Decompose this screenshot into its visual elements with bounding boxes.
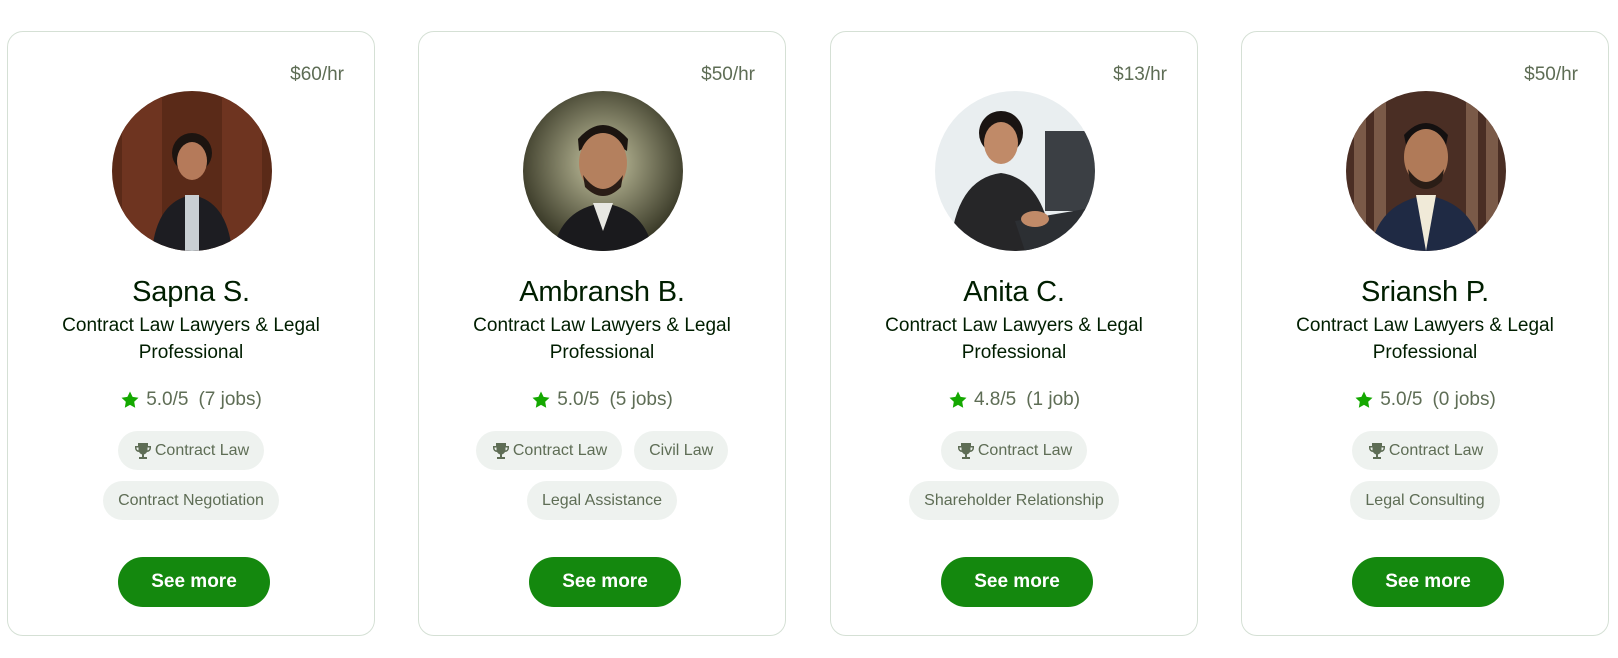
see-more-button[interactable]: See more [1352,557,1504,607]
avatar[interactable] [1346,91,1506,251]
avatar[interactable] [523,91,683,251]
see-more-button[interactable]: See more [529,557,681,607]
jobs-count: (5 jobs) [609,389,673,410]
skills-row: Contract Law Civil Law [419,431,785,470]
skill-label: Contract Law [154,441,250,459]
rating: 5.0/5 (0 jobs) [1242,389,1608,411]
star-icon [121,391,139,408]
skill-chip-top[interactable]: Contract Law [1351,431,1499,470]
hourly-rate: $50/hr [1524,64,1578,85]
jobs-count: (0 jobs) [1432,389,1496,410]
freelancer-name[interactable]: Sriansh P. [1242,276,1608,309]
rating: 5.0/5 (7 jobs) [8,389,374,411]
skill-chip-top[interactable]: Contract Law [475,431,623,470]
avatar[interactable] [112,91,272,251]
rating: 5.0/5 (5 jobs) [419,389,785,411]
skills-row: Contract Law [1242,431,1608,470]
trophy-icon [492,442,509,459]
freelancer-name[interactable]: Sapna S. [8,276,374,309]
rating-value: 5.0/5 [146,389,189,410]
freelancer-title: Contract Law Lawyers & Legal Professiona… [473,315,731,363]
freelancer-name[interactable]: Anita C. [831,276,1197,309]
see-more-button[interactable]: See more [118,557,270,607]
freelancer-card[interactable]: $13/hr Anita C. Contract Law Lawyers & L… [830,31,1198,636]
rating-value: 5.0/5 [557,389,600,410]
skill-chip-top[interactable]: Contract Law [117,431,265,470]
jobs-count: (1 job) [1026,389,1081,410]
trophy-icon [134,442,151,459]
skill-chip-top[interactable]: Contract Law [940,431,1088,470]
freelancer-title: Contract Law Lawyers & Legal Professiona… [62,315,320,363]
avatar[interactable] [935,91,1095,251]
freelancer-card[interactable]: $60/hr Sapna S. Contract Law Lawyers & L… [7,31,375,636]
star-icon [1355,391,1373,408]
freelancer-title: Contract Law Lawyers & Legal Professiona… [885,315,1143,363]
skills-row: Contract Law [831,431,1197,470]
skills-row: Legal Assistance [419,481,785,520]
skill-chip[interactable]: Legal Consulting [1350,481,1500,520]
rating: 4.8/5 (1 job) [831,389,1197,411]
see-more-button[interactable]: See more [941,557,1093,607]
freelancer-name[interactable]: Ambransh B. [419,276,785,309]
freelancer-card[interactable]: $50/hr Ambransh B. Contract Law Lawyers … [418,31,786,636]
skill-chip[interactable]: Shareholder Relationship [909,481,1119,520]
skill-chip[interactable]: Contract Negotiation [103,481,279,520]
skills-row: Legal Consulting [1242,481,1608,520]
skills-row: Contract Law [8,431,374,470]
skill-chip[interactable]: Legal Assistance [526,481,678,520]
jobs-count: (7 jobs) [198,389,262,410]
skill-chip[interactable]: Civil Law [634,431,729,470]
freelancer-cards: $60/hr Sapna S. Contract Law Lawyers & L… [0,0,1618,658]
trophy-icon [957,442,974,459]
rating-value: 4.8/5 [973,389,1017,410]
trophy-icon [1368,442,1385,459]
skills-row: Contract Negotiation [8,481,374,520]
freelancer-title: Contract Law Lawyers & Legal Professiona… [1296,315,1554,363]
skill-label: Contract Law [977,441,1073,459]
hourly-rate: $13/hr [1113,64,1167,85]
hourly-rate: $60/hr [290,64,344,85]
star-icon [949,391,967,408]
freelancer-card[interactable]: $50/hr Sriansh P. Contract Law Lawyers &… [1241,31,1609,636]
hourly-rate: $50/hr [701,64,755,85]
star-icon [532,391,550,408]
skills-row: Shareholder Relationship [831,481,1197,520]
skill-label: Contract Law [1388,441,1484,459]
rating-value: 5.0/5 [1380,389,1423,410]
skill-label: Contract Law [512,441,608,459]
